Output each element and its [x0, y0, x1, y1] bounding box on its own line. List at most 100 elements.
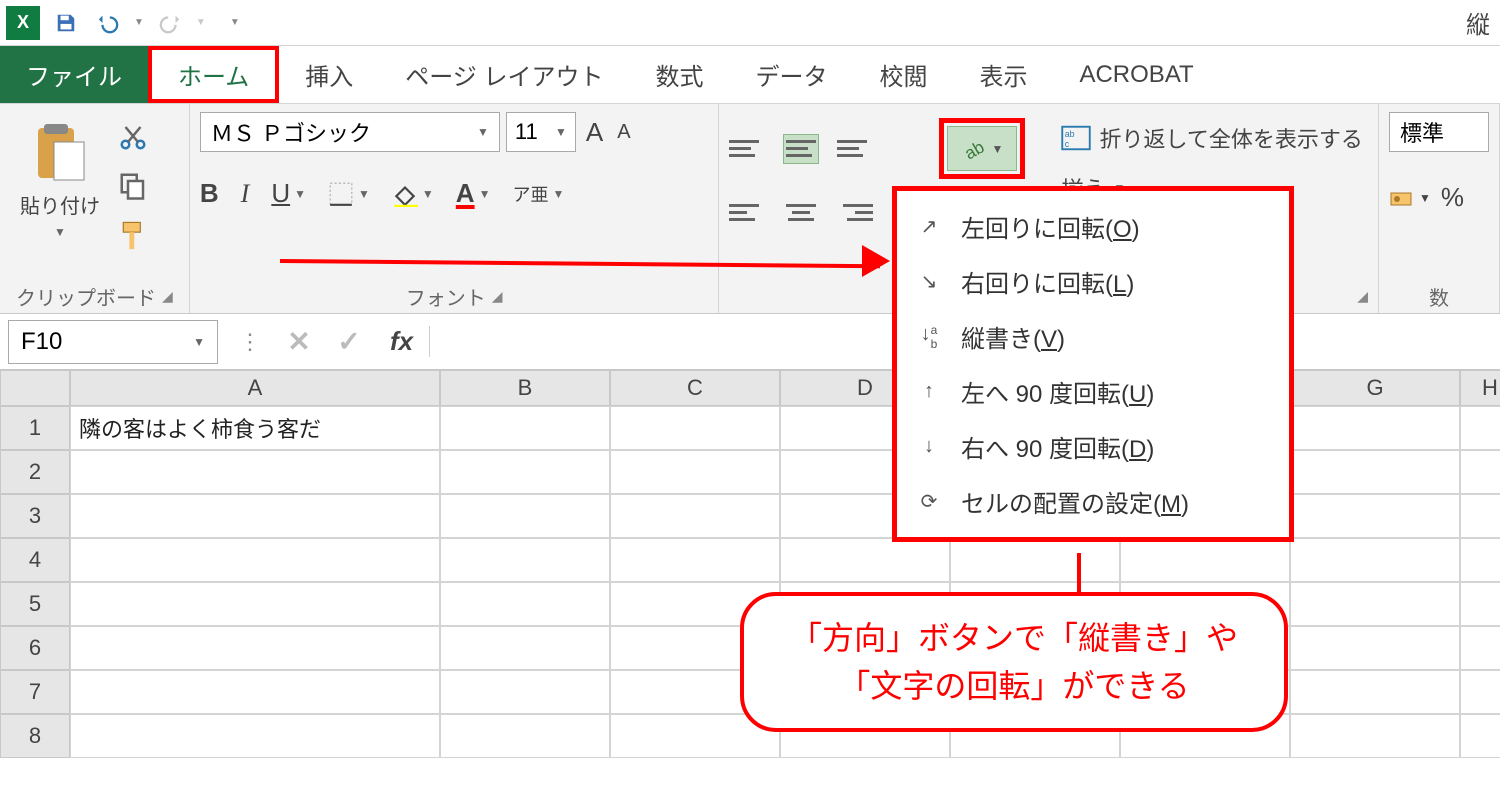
save-button[interactable] — [50, 7, 82, 39]
cell[interactable] — [950, 538, 1120, 582]
paste-button[interactable]: 貼り付け ▼ — [10, 112, 110, 239]
qat-dropdown-icon[interactable]: ▼ — [196, 17, 206, 28]
align-left-button[interactable] — [729, 197, 765, 227]
dialog-launcher-icon[interactable]: ◢ — [492, 288, 503, 305]
align-center-button[interactable] — [783, 197, 819, 227]
tab-insert[interactable]: 挿入 — [279, 46, 379, 103]
cell[interactable]: 隣の客はよく柿食う客だ — [70, 406, 440, 450]
col-header-H[interactable]: H — [1460, 370, 1500, 406]
font-name-combo[interactable]: ＭＳ Ｐゴシック▼ — [200, 112, 500, 152]
row-header[interactable]: 6 — [0, 626, 70, 670]
copy-button[interactable] — [118, 171, 148, 206]
row-header[interactable]: 1 — [0, 406, 70, 450]
cell[interactable] — [1290, 582, 1460, 626]
undo-button[interactable] — [92, 7, 124, 39]
tab-view[interactable]: 表示 — [953, 46, 1053, 103]
tab-file[interactable]: ファイル — [0, 46, 148, 103]
cell[interactable] — [440, 626, 610, 670]
cell[interactable] — [1290, 670, 1460, 714]
percent-style-button[interactable]: % — [1441, 182, 1464, 213]
wrap-text-button[interactable]: abc 折り返して全体を表示する — [1061, 122, 1362, 154]
tab-data[interactable]: データ — [729, 46, 853, 103]
row-header[interactable]: 8 — [0, 714, 70, 758]
cell[interactable] — [1290, 406, 1460, 450]
align-bottom-button[interactable] — [837, 134, 873, 164]
cell[interactable] — [70, 714, 440, 758]
col-header-A[interactable]: A — [70, 370, 440, 406]
cell[interactable] — [780, 538, 950, 582]
formula-cancel-button[interactable]: ✕ — [274, 325, 324, 358]
increase-font-button[interactable]: A — [582, 117, 607, 148]
cell[interactable] — [440, 494, 610, 538]
tab-acrobat[interactable]: ACROBAT — [1053, 46, 1219, 103]
fill-color-button[interactable]: ▼ — [392, 181, 434, 207]
cell[interactable] — [610, 538, 780, 582]
col-header-B[interactable]: B — [440, 370, 610, 406]
number-format-combo[interactable]: 標準 — [1389, 112, 1489, 152]
cell[interactable] — [610, 494, 780, 538]
chevron-down-icon[interactable]: ▼ — [54, 225, 66, 239]
cell[interactable] — [1120, 538, 1290, 582]
cell[interactable] — [1290, 494, 1460, 538]
cell[interactable] — [70, 582, 440, 626]
cell[interactable] — [1460, 450, 1500, 494]
cell[interactable] — [1460, 494, 1500, 538]
menu-rotate-down[interactable]: ↓右へ 90 度回転(D) — [897, 419, 1289, 474]
cell[interactable] — [1290, 538, 1460, 582]
col-header-G[interactable]: G — [1290, 370, 1460, 406]
row-header[interactable]: 5 — [0, 582, 70, 626]
tab-review[interactable]: 校閲 — [853, 46, 953, 103]
row-header[interactable]: 3 — [0, 494, 70, 538]
cell[interactable] — [1290, 626, 1460, 670]
row-header[interactable]: 4 — [0, 538, 70, 582]
cell[interactable] — [1460, 538, 1500, 582]
cut-button[interactable] — [118, 122, 148, 157]
font-color-button[interactable]: A▼ — [456, 178, 491, 209]
cell[interactable] — [70, 626, 440, 670]
align-middle-button[interactable] — [783, 134, 819, 164]
cell[interactable] — [440, 406, 610, 450]
cell[interactable] — [610, 406, 780, 450]
menu-rotate-up[interactable]: ↑左へ 90 度回転(U) — [897, 364, 1289, 419]
bold-button[interactable]: B — [200, 178, 219, 209]
phonetic-button[interactable]: ア亜▼ — [512, 181, 564, 207]
align-right-button[interactable] — [837, 197, 873, 227]
underline-button[interactable]: U▼ — [271, 178, 306, 209]
cell[interactable] — [440, 582, 610, 626]
formula-enter-button[interactable]: ✓ — [324, 325, 374, 358]
qat-dropdown-icon[interactable]: ▼ — [134, 17, 144, 28]
tab-formulas[interactable]: 数式 — [629, 46, 729, 103]
decrease-font-button[interactable]: A — [613, 121, 634, 144]
dialog-launcher-icon[interactable]: ◢ — [1357, 288, 1368, 305]
menu-vertical-text[interactable]: ↓ab縦書き(V) — [897, 309, 1289, 364]
cell[interactable] — [1460, 714, 1500, 758]
cell[interactable] — [1460, 406, 1500, 450]
redo-button[interactable] — [154, 7, 186, 39]
qat-customize-icon[interactable]: ▼ — [230, 17, 240, 28]
name-box[interactable]: F10▼ — [8, 320, 218, 364]
cell[interactable] — [1460, 582, 1500, 626]
cell[interactable] — [440, 450, 610, 494]
cell[interactable] — [70, 670, 440, 714]
cell[interactable] — [1290, 450, 1460, 494]
accounting-format-button[interactable]: ▼ — [1389, 187, 1431, 209]
dialog-launcher-icon[interactable]: ◢ — [162, 288, 173, 305]
cell[interactable] — [70, 450, 440, 494]
italic-button[interactable]: I — [241, 179, 250, 209]
menu-rotate-cw[interactable]: ↘右回りに回転(L) — [897, 254, 1289, 309]
col-header-C[interactable]: C — [610, 370, 780, 406]
cell[interactable] — [70, 538, 440, 582]
cell[interactable] — [610, 450, 780, 494]
row-header[interactable]: 7 — [0, 670, 70, 714]
font-size-combo[interactable]: 11▼ — [506, 112, 576, 152]
select-all-corner[interactable] — [0, 370, 70, 406]
align-top-button[interactable] — [729, 134, 765, 164]
cell[interactable] — [440, 714, 610, 758]
cell[interactable] — [440, 670, 610, 714]
cell[interactable] — [1290, 714, 1460, 758]
cell[interactable] — [1460, 626, 1500, 670]
cell[interactable] — [1460, 670, 1500, 714]
fx-icon[interactable]: fx — [374, 326, 430, 357]
orientation-button[interactable]: ab ▼ — [947, 126, 1017, 171]
format-painter-button[interactable] — [118, 220, 148, 259]
